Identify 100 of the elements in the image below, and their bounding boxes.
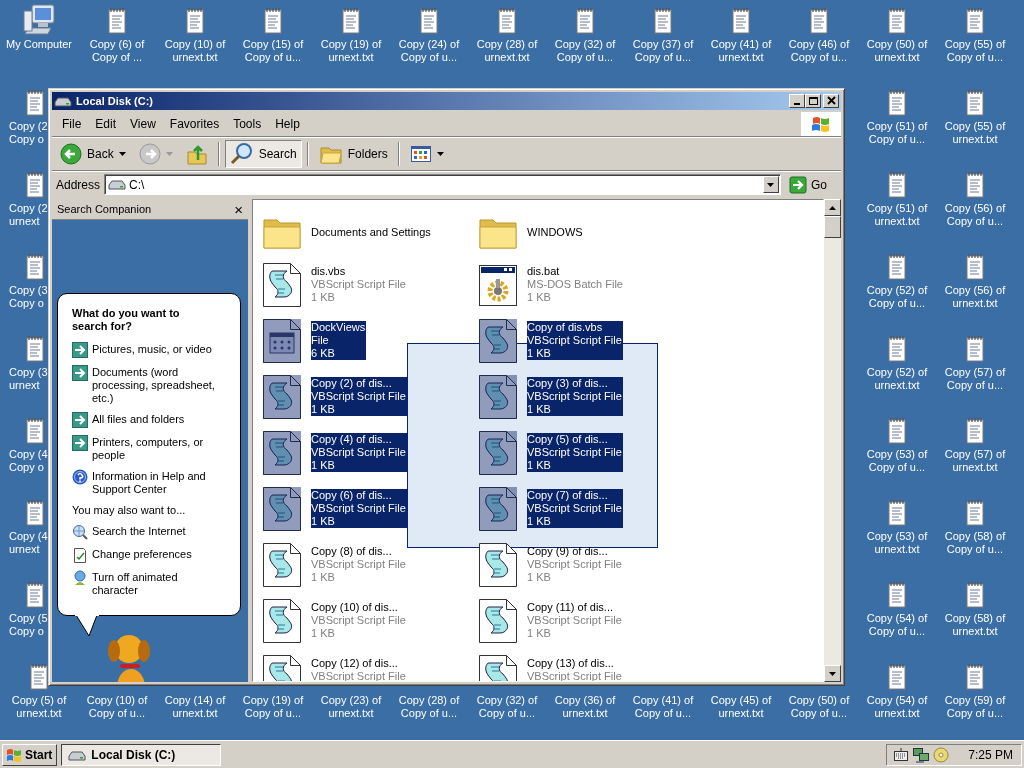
script-file-icon[interactable] bbox=[478, 430, 518, 476]
search-button[interactable]: Search bbox=[224, 140, 302, 168]
text-file-icon[interactable] bbox=[24, 335, 46, 363]
close-button[interactable] bbox=[823, 94, 839, 108]
scroll-thumb[interactable] bbox=[824, 216, 841, 238]
text-file-icon[interactable] bbox=[964, 499, 986, 527]
file-label[interactable]: Copy (2) of dis... VBScript Script File 1 KB bbox=[311, 377, 407, 416]
menu-item[interactable]: Tools bbox=[226, 117, 269, 131]
grid-file-icon[interactable] bbox=[262, 318, 302, 364]
text-file-icon[interactable] bbox=[496, 7, 518, 35]
text-file-icon[interactable] bbox=[964, 89, 986, 117]
scroll-up-button[interactable] bbox=[824, 199, 841, 216]
file-label[interactable]: Copy (8) of dis... VBScript Script File 1 KB bbox=[311, 545, 407, 584]
script-file-icon[interactable] bbox=[478, 598, 518, 644]
search-option[interactable]: Pictures, music, or video bbox=[92, 343, 212, 356]
help-icon[interactable] bbox=[72, 469, 88, 485]
text-file-icon[interactable] bbox=[886, 663, 908, 691]
text-file-icon[interactable] bbox=[886, 335, 908, 363]
script-file-icon[interactable] bbox=[262, 542, 302, 588]
text-file-icon[interactable] bbox=[24, 417, 46, 445]
text-file-icon[interactable] bbox=[24, 581, 46, 609]
script-file-icon[interactable] bbox=[478, 318, 518, 364]
file-label[interactable]: Copy (3) of dis... VBScript Script File 1 KB bbox=[527, 377, 623, 416]
script-file-icon[interactable] bbox=[262, 430, 302, 476]
file-label[interactable]: Copy of dis.vbs VBScript Script File 1 KB bbox=[527, 321, 623, 360]
file-label[interactable]: dis.vbs VBScript Script File 1 KB bbox=[311, 265, 407, 304]
address-field[interactable]: C:\ bbox=[104, 174, 781, 195]
text-file-icon[interactable] bbox=[28, 663, 50, 691]
file-name[interactable]: WINDOWS bbox=[527, 225, 584, 239]
file-label[interactable]: Copy (5) of dis... VBScript Script File 1 KB bbox=[527, 433, 623, 472]
file-label[interactable]: Copy (4) of dis... VBScript Script File 1 KB bbox=[311, 433, 407, 472]
text-file-icon[interactable] bbox=[340, 7, 362, 35]
file-label[interactable]: Copy (9) of dis... VBScript Script File 1 KB bbox=[527, 545, 623, 584]
script-file-icon[interactable] bbox=[478, 374, 518, 420]
script-file-icon[interactable] bbox=[262, 598, 302, 644]
text-file-icon[interactable] bbox=[24, 253, 46, 281]
text-file-icon[interactable] bbox=[808, 7, 830, 35]
script-file-icon[interactable] bbox=[262, 262, 302, 308]
script-file-icon[interactable] bbox=[262, 374, 302, 420]
arrow-icon[interactable] bbox=[72, 342, 88, 358]
text-file-icon[interactable] bbox=[964, 171, 986, 199]
text-file-icon[interactable] bbox=[964, 253, 986, 281]
menu-item[interactable]: View bbox=[123, 117, 163, 131]
text-file-icon[interactable] bbox=[886, 581, 908, 609]
checklist-icon[interactable] bbox=[72, 547, 88, 563]
scrollbar[interactable] bbox=[824, 199, 841, 682]
arrow-icon[interactable] bbox=[72, 365, 88, 381]
file-name[interactable]: Documents and Settings bbox=[311, 225, 432, 239]
file-label[interactable]: Copy (6) of dis... VBScript Script File 1 KB bbox=[311, 489, 407, 528]
script-file-icon[interactable] bbox=[478, 486, 518, 532]
globe-search-icon[interactable] bbox=[72, 524, 88, 540]
search-option[interactable]: Information in Help and Support Center bbox=[92, 470, 218, 496]
text-file-icon[interactable] bbox=[886, 89, 908, 117]
menu-item[interactable]: File bbox=[55, 117, 89, 131]
menu-item[interactable]: Favorites bbox=[162, 117, 227, 131]
taskbar-button[interactable]: Local Disk (C:) bbox=[61, 743, 222, 766]
text-file-icon[interactable] bbox=[574, 7, 596, 35]
menu-item[interactable]: Edit bbox=[88, 117, 124, 131]
text-file-icon[interactable] bbox=[886, 499, 908, 527]
script-file-icon[interactable] bbox=[262, 486, 302, 532]
text-file-icon[interactable] bbox=[964, 335, 986, 363]
file-label[interactable]: Copy (11) of dis... VBScript Script File 1 KB bbox=[527, 601, 623, 640]
script-file-icon[interactable] bbox=[478, 542, 518, 588]
file-label[interactable]: dis.bat MS-DOS Batch File 1 KB bbox=[527, 265, 624, 304]
scroll-down-button[interactable] bbox=[824, 665, 841, 682]
text-file-icon[interactable] bbox=[964, 581, 986, 609]
text-file-icon[interactable] bbox=[24, 499, 46, 527]
search-option[interactable]: Printers, computers, or people bbox=[92, 436, 218, 462]
back-button[interactable]: Back bbox=[55, 140, 131, 168]
arrow-icon[interactable] bbox=[72, 435, 88, 451]
gear-window-icon[interactable] bbox=[478, 262, 518, 308]
text-file-icon[interactable] bbox=[184, 7, 206, 35]
text-file-icon[interactable] bbox=[418, 7, 440, 35]
close-button[interactable]: × bbox=[234, 201, 243, 217]
text-file-icon[interactable] bbox=[262, 7, 284, 35]
search-option[interactable]: Search the Internet bbox=[92, 525, 186, 538]
text-file-icon[interactable] bbox=[886, 7, 908, 35]
arrow-icon[interactable] bbox=[72, 412, 88, 428]
text-file-icon[interactable] bbox=[886, 417, 908, 445]
minimize-button[interactable] bbox=[789, 94, 805, 108]
computer-icon[interactable] bbox=[23, 3, 55, 35]
text-file-icon[interactable] bbox=[24, 171, 46, 199]
folders-button[interactable]: Folders bbox=[313, 140, 393, 168]
text-file-icon[interactable] bbox=[106, 7, 128, 35]
maximize-button[interactable] bbox=[805, 94, 821, 108]
search-option[interactable]: Change preferences bbox=[92, 548, 192, 561]
text-file-icon[interactable] bbox=[964, 7, 986, 35]
search-option[interactable]: All files and folders bbox=[92, 413, 185, 426]
search-option[interactable]: Turn off animated character bbox=[92, 571, 218, 597]
text-file-icon[interactable] bbox=[730, 7, 752, 35]
menu-item[interactable]: Help bbox=[268, 117, 307, 131]
file-label[interactable]: DockViews File 6 KB bbox=[311, 321, 367, 360]
text-file-icon[interactable] bbox=[964, 663, 986, 691]
search-option[interactable]: Documents (word processing, spreadsheet, etc.) bbox=[92, 366, 218, 405]
text-file-icon[interactable] bbox=[964, 417, 986, 445]
file-label[interactable]: Copy (10) of dis... VBScript Script File 1 KB bbox=[311, 601, 407, 640]
character-icon[interactable] bbox=[72, 570, 88, 586]
text-file-icon[interactable] bbox=[652, 7, 674, 35]
start-button[interactable]: Start bbox=[2, 743, 58, 766]
file-label[interactable]: Copy (7) of dis... VBScript Script File 1 KB bbox=[527, 489, 623, 528]
